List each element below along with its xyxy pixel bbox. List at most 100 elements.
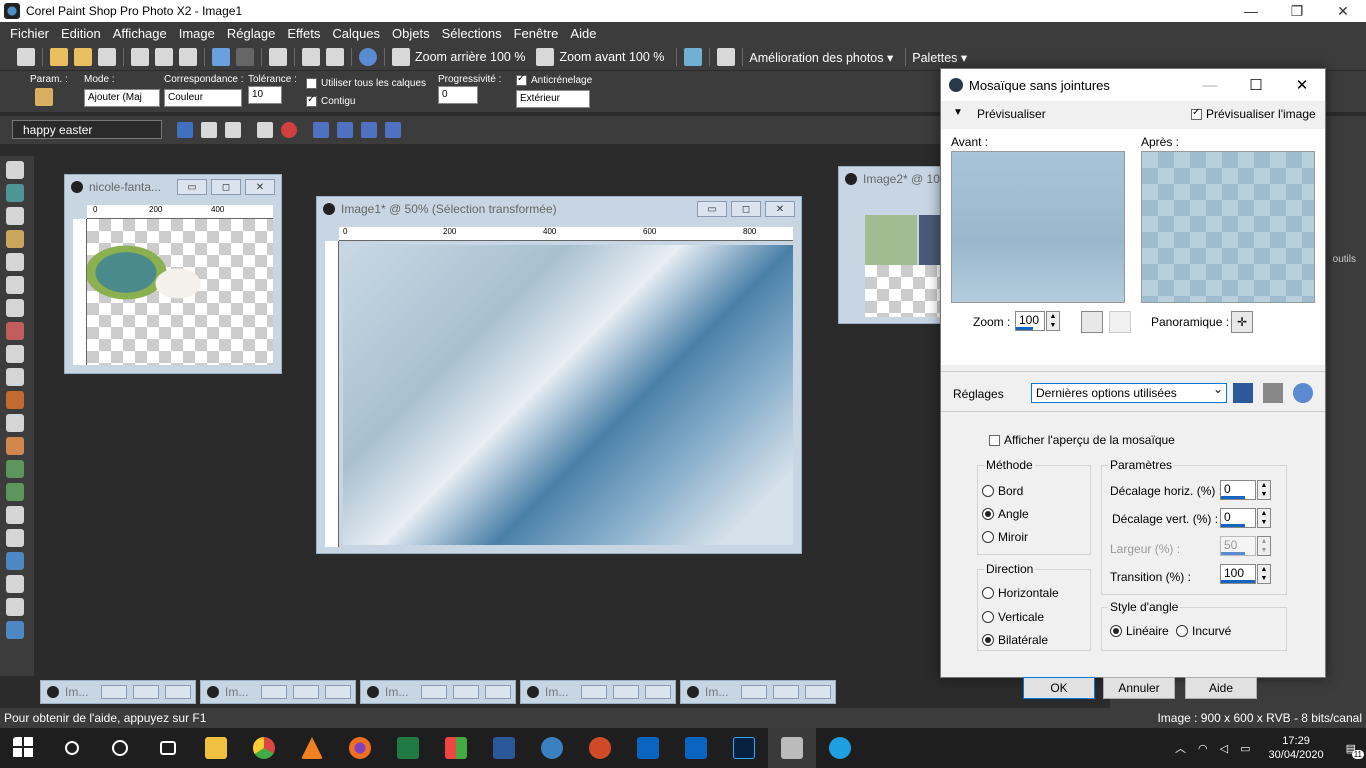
radio-dot[interactable] [982,485,994,497]
document-window-nicole[interactable]: nicole-fanta... ▭ ◻ ✕ 0 200 400 [64,174,282,374]
shape-icon[interactable] [6,552,24,570]
checkbox-box[interactable] [1191,107,1202,120]
before-preview[interactable] [951,151,1125,303]
fill-icon[interactable] [6,483,24,501]
taskbar-store[interactable] [432,728,480,768]
battery-icon[interactable]: ▭ [1240,742,1250,755]
antialias-checkbox[interactable]: Anticrénelage [516,73,592,86]
zoom-out-button[interactable]: Zoom arrière 100 % [415,50,525,64]
menu-affichage[interactable]: Affichage [107,26,173,41]
taskbar-outlook[interactable] [624,728,672,768]
preview-toggle[interactable]: Prévisualiser [977,107,1046,121]
zoom-out-icon[interactable] [392,48,410,66]
taskbar-paintshop[interactable] [768,728,816,768]
notifications-icon[interactable]: ▤ 11 [1346,742,1364,759]
transition-stepper[interactable]: ▲ ▼ [1257,564,1271,584]
taskbar-vlc[interactable] [288,728,336,768]
brush-icon[interactable] [6,391,24,409]
radio-dot[interactable] [1176,625,1188,637]
method-bord-radio[interactable]: Bord [982,484,1023,498]
direction-vertical-radio[interactable]: Verticale [982,610,1044,624]
close-doc-button[interactable] [485,685,511,699]
redo-icon[interactable] [236,48,254,66]
save-preset-icon[interactable] [1233,383,1253,403]
direction-horizontal-radio[interactable]: Horizontale [982,586,1059,600]
script-select[interactable]: happy easter [12,120,162,139]
checkbox-box[interactable] [989,434,1000,446]
dialog-close-button[interactable]: ✕ [1279,69,1325,101]
menu-edition[interactable]: Edition [55,26,107,41]
zoom-actual-icon[interactable] [1109,311,1131,333]
cortana-button[interactable] [96,728,144,768]
method-miroir-radio[interactable]: Miroir [982,530,1028,544]
menu-fenetre[interactable]: Fenêtre [508,26,565,41]
document-window-image2[interactable]: Image2* @ 10 [838,166,948,324]
clone-icon[interactable] [6,345,24,363]
maximize-doc-button[interactable] [773,685,799,699]
transition-slider-bar[interactable] [1221,580,1255,583]
random-icon[interactable] [1263,383,1283,403]
reset-icon[interactable] [1293,383,1313,403]
document-window-image1[interactable]: Image1* @ 50% (Sélection transformée) ▭ ◻… [316,196,802,554]
maximize-doc-button[interactable] [133,685,159,699]
lighten-icon[interactable] [6,414,24,432]
restore-doc-button[interactable] [741,685,767,699]
close-doc-button[interactable] [805,685,831,699]
transition-input[interactable]: 100 ▲ ▼ [1220,564,1271,584]
script-list-icon[interactable] [225,122,241,138]
print-icon[interactable] [179,48,197,66]
save-as-icon[interactable] [155,48,173,66]
new-file-icon[interactable] [17,48,35,66]
magic-wand-icon[interactable] [35,88,53,106]
restore-doc-button[interactable] [101,685,127,699]
h-offset-slider-bar[interactable] [1221,496,1245,499]
cancel-recording-icon[interactable] [361,122,377,138]
crop-icon[interactable] [6,276,24,294]
taskbar-outlook-2[interactable] [672,728,720,768]
script-play-icon[interactable] [257,122,273,138]
close-doc-button[interactable] [165,685,191,699]
taskbar-ie[interactable] [816,728,864,768]
taskbar-word[interactable] [480,728,528,768]
feather-input[interactable]: 0 [438,86,478,104]
fit-zoom-icon[interactable] [1081,311,1103,333]
eraser-icon[interactable] [6,506,24,524]
stop-icon[interactable] [281,122,297,138]
menu-calques[interactable]: Calques [326,26,386,41]
scratch-remover-icon[interactable] [6,368,24,386]
checkbox-box[interactable] [306,78,317,89]
cancel-button[interactable]: Annuler [1103,677,1175,699]
restore-button[interactable]: ❐ [1274,0,1320,22]
restore-doc-button[interactable] [421,685,447,699]
minimize-button[interactable]: — [1228,0,1274,22]
close-doc-button[interactable] [325,685,351,699]
taskbar-excel[interactable] [384,728,432,768]
taskbar-firefox[interactable] [336,728,384,768]
help-button[interactable]: Aide [1185,677,1257,699]
canvas-image1[interactable] [343,245,793,545]
dialog-minimize-button[interactable]: — [1187,69,1233,101]
tolerance-input[interactable]: 10 [248,86,282,104]
menu-objets[interactable]: Objets [386,26,436,41]
radio-dot[interactable] [982,634,994,646]
show-tile-preview-checkbox[interactable]: Afficher l'aperçu de la mosaïque [989,433,1175,447]
save-icon[interactable] [131,48,149,66]
corner-linear-radio[interactable]: Linéaire [1110,624,1169,638]
h-offset-stepper[interactable]: ▲ ▼ [1257,480,1271,500]
maximize-doc-button[interactable] [613,685,639,699]
copy-icon[interactable] [269,48,287,66]
chevron-up-icon[interactable]: ︿ [1175,740,1186,756]
browse-icon[interactable] [74,48,92,66]
radio-dot[interactable] [982,531,994,543]
pick-icon[interactable] [6,184,24,202]
minimized-window[interactable]: Im... [40,680,196,704]
minimize-doc-button[interactable]: ▭ [697,201,727,217]
pan-icon[interactable] [6,161,24,179]
mode-select[interactable]: Ajouter (Maj [84,89,160,107]
close-doc-button[interactable] [645,685,671,699]
minimize-doc-button[interactable]: ▭ [177,179,207,195]
palettes-menu[interactable]: Palettes ▾ [912,50,967,65]
paste-icon[interactable] [302,48,320,66]
minimized-window[interactable]: Im... [680,680,836,704]
radio-dot[interactable] [1110,625,1122,637]
